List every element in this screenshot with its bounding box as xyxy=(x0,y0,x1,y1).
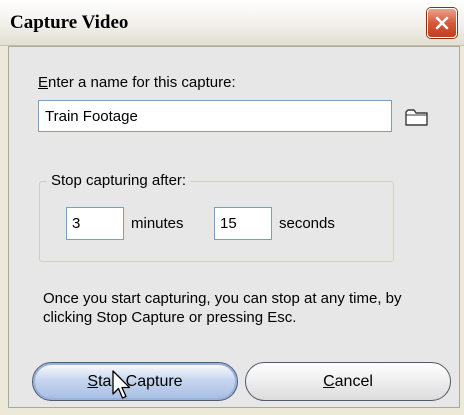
capture-name-input[interactable] xyxy=(38,100,392,132)
stop-capturing-legend: Stop capturing after: xyxy=(47,172,191,189)
folder-icon[interactable] xyxy=(404,106,430,128)
cancel-label: ancel xyxy=(334,372,373,390)
cancel-button[interactable]: Cancel xyxy=(245,362,451,401)
seconds-label: seconds xyxy=(279,215,335,232)
start-capture-label: tart Capture xyxy=(98,372,183,390)
mouse-pointer-icon xyxy=(112,370,131,399)
minutes-label: minutes xyxy=(131,215,184,232)
seconds-input[interactable] xyxy=(214,207,272,240)
minutes-input[interactable] xyxy=(66,207,124,240)
start-capture-mnemonic: S xyxy=(87,372,99,390)
cancel-mnemonic: C xyxy=(323,372,335,390)
capture-name-label-mnemonic: E xyxy=(38,74,49,91)
capture-video-dialog: Capture Video Enter a name for this capt… xyxy=(0,0,464,415)
title-bar[interactable]: Capture Video xyxy=(0,0,464,46)
start-capture-button[interactable]: Start Capture xyxy=(32,362,238,401)
dialog-title: Capture Video xyxy=(10,12,129,33)
capture-name-label: Enter a name for this capture: xyxy=(38,74,236,91)
close-button[interactable] xyxy=(427,8,457,38)
capture-info-text: Once you start capturing, you can stop a… xyxy=(43,290,402,326)
close-icon xyxy=(435,16,449,30)
capture-name-label-text: nter a name for this capture: xyxy=(48,74,236,91)
